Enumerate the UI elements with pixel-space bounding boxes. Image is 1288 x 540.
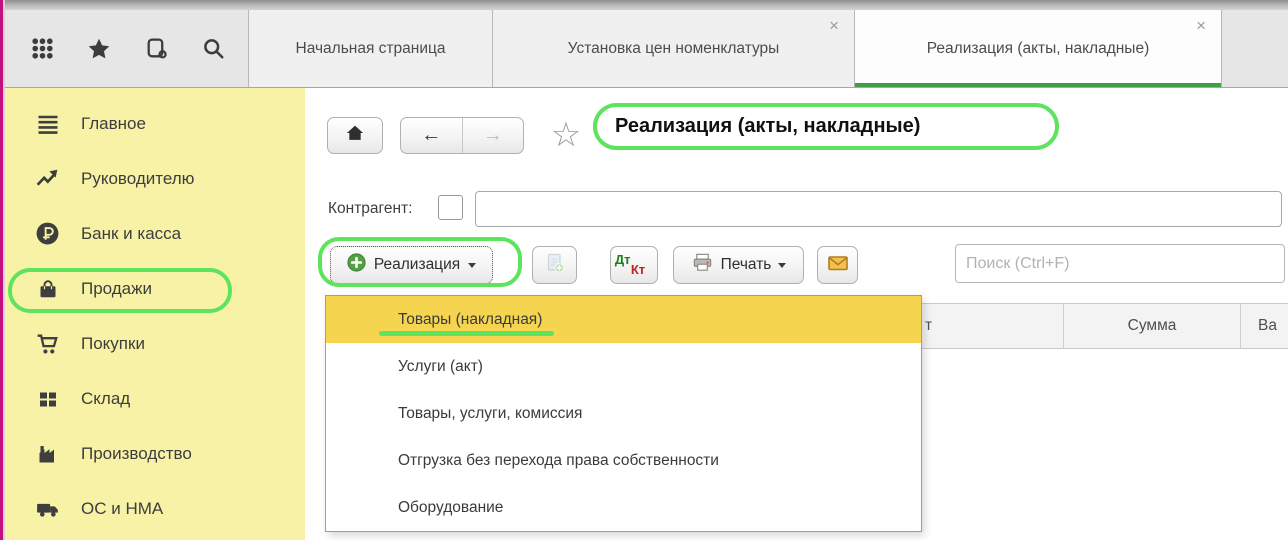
menu-lines-icon	[34, 110, 61, 137]
column-header-partial[interactable]: т	[925, 304, 932, 348]
search-input[interactable]	[955, 244, 1285, 283]
tab-label: Установка цен номенклатуры	[567, 39, 780, 57]
forward-button[interactable]: →	[461, 118, 524, 153]
menu-item-label: Услуги (акт)	[398, 357, 483, 375]
search-icon[interactable]	[200, 36, 226, 62]
highlight-annotation-underline	[379, 331, 554, 336]
dropdown-arrow-icon	[468, 262, 477, 268]
window-left-border-inner	[3, 0, 5, 540]
copy-document-icon	[543, 251, 567, 280]
trend-up-icon	[34, 165, 61, 192]
menu-item-equipment[interactable]: Оборудование	[326, 484, 921, 531]
tab-label: Реализация (акты, накладные)	[926, 39, 1150, 57]
send-email-button[interactable]	[817, 246, 858, 284]
add-favorite-star-icon[interactable]: ☆	[546, 114, 586, 156]
warehouse-boxes-icon	[34, 385, 61, 412]
column-divider	[1240, 304, 1241, 348]
tab-realization[interactable]: Реализация (акты, накладные) ×	[854, 10, 1222, 87]
main-content: ← → ☆ Реализация (акты, накладные) Контр…	[305, 88, 1288, 540]
printer-icon	[691, 251, 714, 279]
sidebar-item-label: Банк и касса	[81, 223, 182, 243]
sidebar-item-label: ОС и НМА	[81, 498, 164, 518]
sidebar-item-purchases[interactable]: Покупки	[5, 316, 305, 371]
sidebar-item-label: Покупки	[81, 333, 145, 353]
sections-sidebar: Главное Руководителю Банк и касса Продаж…	[5, 88, 305, 540]
column-header-sum[interactable]: Сумма	[1064, 304, 1240, 348]
truck-icon	[34, 495, 61, 522]
menu-item-goods-services-commission[interactable]: Товары, услуги, комиссия	[326, 390, 921, 437]
create-realization-button[interactable]: Реализация	[330, 246, 493, 284]
sidebar-item-main[interactable]: Главное	[5, 96, 305, 151]
menu-item-services-act[interactable]: Услуги (акт)	[326, 343, 921, 390]
menu-item-label: Оборудование	[398, 498, 504, 516]
tab-label: Начальная страница	[295, 39, 446, 57]
print-button[interactable]: Печать	[673, 246, 804, 284]
favorites-star-icon[interactable]	[86, 36, 112, 62]
sidebar-item-bank-cash[interactable]: Банк и касса	[5, 206, 305, 261]
home-button[interactable]	[327, 117, 383, 154]
add-plus-icon	[347, 253, 366, 277]
ruble-circle-icon	[34, 220, 61, 247]
kontragent-filter-checkbox[interactable]	[438, 195, 463, 220]
menu-item-label: Товары, услуги, комиссия	[398, 404, 583, 422]
tab-home-page[interactable]: Начальная страница	[248, 10, 492, 87]
back-button[interactable]: ←	[401, 118, 462, 153]
sidebar-item-label: Продажи	[81, 278, 152, 298]
sidebar-item-sales[interactable]: Продажи	[5, 261, 305, 316]
factory-icon	[34, 440, 61, 467]
menu-item-shipment-without-ownership[interactable]: Отгрузка без перехода права собственност…	[326, 437, 921, 484]
dtkt-icon: Дт Кт	[614, 251, 646, 277]
sidebar-item-warehouse[interactable]: Склад	[5, 371, 305, 426]
page-title: Реализация (акты, накладные)	[615, 115, 921, 137]
tab-close-icon[interactable]: ×	[1196, 17, 1206, 34]
print-button-label: Печать	[720, 256, 772, 273]
sidebar-item-label: Главное	[81, 113, 146, 133]
kontragent-filter-label: Контрагент:	[328, 200, 413, 217]
sidebar-item-label: Производство	[81, 443, 192, 463]
apps-grid-icon[interactable]	[29, 36, 55, 62]
sidebar-item-production[interactable]: Производство	[5, 426, 305, 481]
window-title-strip	[0, 0, 1288, 10]
history-icon[interactable]	[143, 36, 169, 62]
kontragent-filter-input[interactable]	[475, 191, 1282, 227]
copy-document-button[interactable]	[532, 246, 577, 284]
show-postings-button[interactable]: Дт Кт	[610, 246, 658, 284]
menu-item-label: Отгрузка без перехода права собственност…	[398, 451, 719, 469]
tab-bar: Начальная страница Установка цен номенкл…	[5, 10, 1288, 88]
home-icon	[344, 122, 366, 149]
tab-price-setting[interactable]: Установка цен номенклатуры ×	[492, 10, 854, 87]
shopping-bag-icon	[34, 275, 61, 302]
sidebar-item-fixed-assets[interactable]: ОС и НМА	[5, 481, 305, 536]
sidebar-item-label: Склад	[81, 388, 131, 408]
quick-access-icons	[5, 10, 248, 87]
create-button-label: Реализация	[373, 256, 461, 273]
navigation-buttons: ← →	[400, 117, 524, 154]
menu-item-goods-invoice[interactable]: Товары (накладная)	[326, 296, 921, 343]
tab-close-icon[interactable]: ×	[829, 17, 839, 34]
column-header-currency-partial[interactable]: Ва	[1258, 304, 1277, 348]
sidebar-item-label: Руководителю	[81, 168, 195, 188]
envelope-icon	[826, 251, 850, 280]
active-tab-indicator	[855, 83, 1221, 87]
menu-item-label: Товары (накладная)	[398, 310, 543, 328]
dropdown-arrow-icon	[778, 262, 787, 268]
shopping-cart-icon	[34, 330, 61, 357]
sidebar-item-manager[interactable]: Руководителю	[5, 151, 305, 206]
create-document-dropdown-menu: Товары (накладная) Услуги (акт) Товары, …	[325, 295, 922, 532]
